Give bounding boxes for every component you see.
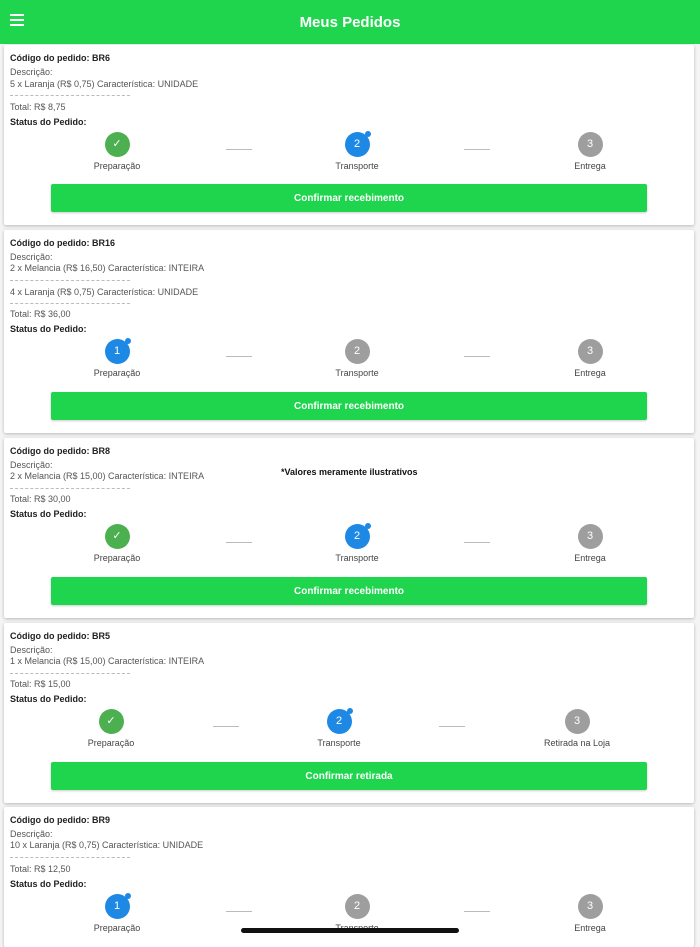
- step-connector: [226, 542, 252, 543]
- step-entrega: 3 Entrega: [530, 132, 650, 171]
- step-label: Preparação: [93, 923, 141, 933]
- step-transporte: 2 Transporte: [297, 523, 417, 563]
- order-card: Código do pedido: BR5 Descrição: 1 x Mel…: [4, 623, 694, 803]
- hamburger-menu-icon[interactable]: [10, 14, 24, 28]
- step-number-icon: 2: [344, 131, 371, 157]
- step-connector: [226, 911, 252, 912]
- step-entrega: 3 Entrega: [530, 339, 650, 378]
- step-label: Transporte: [335, 553, 379, 563]
- step-preparacao: 1 Preparação: [57, 893, 177, 933]
- step-label: Entrega: [574, 368, 606, 378]
- step-connector: [226, 149, 252, 150]
- order-item: 10 x Laranja (R$ 0,75) Característica: U…: [10, 840, 204, 850]
- step-label: Entrega: [574, 923, 606, 933]
- step-connector: [464, 356, 490, 357]
- description-label: Descrição:: [10, 67, 53, 77]
- step-transporte: 2 Transporte: [279, 708, 399, 748]
- step-connector: [226, 356, 252, 357]
- description-label: Descrição:: [10, 460, 53, 470]
- step-number-icon: 1: [104, 338, 131, 364]
- order-total: Total: R$ 15,00: [10, 679, 71, 689]
- check-icon: ✓: [98, 709, 124, 734]
- description-label: Descrição:: [10, 829, 53, 839]
- step-label: Transporte: [335, 368, 379, 378]
- order-total: Total: R$ 8,75: [10, 102, 66, 112]
- order-item: 2 x Melancia (R$ 15,00) Característica: …: [10, 471, 205, 481]
- order-card: Código do pedido: BR9 Descrição: 10 x La…: [4, 807, 694, 947]
- step-number-icon: 3: [564, 709, 590, 734]
- step-number-icon: 3: [577, 132, 603, 157]
- order-card: Código do pedido: BR6 Descrição: 5 x Lar…: [4, 45, 694, 225]
- step-number-icon: 3: [577, 894, 603, 919]
- step-connector: [439, 726, 465, 727]
- separator: [10, 95, 130, 96]
- status-label: Status do Pedido:: [10, 879, 87, 889]
- page-title: Meus Pedidos: [299, 13, 401, 31]
- separator: [10, 673, 130, 674]
- step-entrega: 3 Entrega: [530, 894, 650, 933]
- order-item: 4 x Laranja (R$ 0,75) Característica: UN…: [10, 287, 199, 297]
- step-retirada: 3 Retirada na Loja: [517, 709, 637, 748]
- separator: [10, 488, 130, 489]
- order-code: Código do pedido: BR8: [10, 446, 110, 456]
- step-label: Transporte: [317, 738, 361, 748]
- order-code: Código do pedido: BR9: [10, 815, 110, 825]
- step-preparacao: ✓ Preparação: [57, 132, 177, 171]
- step-transporte: 2 Transporte: [297, 339, 417, 378]
- separator: [10, 280, 130, 281]
- confirm-receipt-button[interactable]: Confirmar recebimento: [51, 184, 647, 212]
- step-entrega: 3 Entrega: [530, 524, 650, 563]
- step-label: Entrega: [574, 553, 606, 563]
- step-number-icon: 2: [326, 708, 353, 734]
- separator: [10, 303, 130, 304]
- step-connector: [464, 911, 490, 912]
- app-bar: Meus Pedidos: [0, 0, 700, 44]
- step-number-icon: 2: [344, 894, 370, 919]
- disclaimer-text: *Valores meramente ilustrativos: [281, 467, 418, 477]
- step-preparacao: ✓ Preparação: [57, 524, 177, 563]
- description-label: Descrição:: [10, 645, 53, 655]
- check-icon: ✓: [104, 132, 130, 157]
- step-number-icon: 3: [577, 339, 603, 364]
- status-label: Status do Pedido:: [10, 509, 87, 519]
- description-label: Descrição:: [10, 252, 53, 262]
- check-icon: ✓: [104, 524, 130, 549]
- step-connector: [464, 542, 490, 543]
- confirm-pickup-button[interactable]: Confirmar retirada: [51, 762, 647, 790]
- step-number-icon: 1: [104, 893, 131, 919]
- order-card: Código do pedido: BR16 Descrição: 2 x Me…: [4, 230, 694, 433]
- step-number-icon: 3: [577, 524, 603, 549]
- step-number-icon: 2: [344, 523, 371, 549]
- step-preparacao: 1 Preparação: [57, 338, 177, 378]
- separator: [10, 857, 130, 858]
- order-total: Total: R$ 30,00: [10, 494, 71, 504]
- confirm-receipt-button[interactable]: Confirmar recebimento: [51, 577, 647, 605]
- step-label: Preparação: [93, 368, 141, 378]
- order-item: 5 x Laranja (R$ 0,75) Característica: UN…: [10, 79, 199, 89]
- step-connector: [464, 149, 490, 150]
- confirm-receipt-button[interactable]: Confirmar recebimento: [51, 392, 647, 420]
- step-label: Preparação: [93, 161, 141, 171]
- step-label: Retirada na Loja: [543, 738, 611, 748]
- order-item: 2 x Melancia (R$ 16,50) Característica: …: [10, 263, 205, 273]
- step-label: Transporte: [335, 161, 379, 171]
- step-label: Preparação: [87, 738, 135, 748]
- step-transporte: 2 Transporte: [297, 131, 417, 171]
- step-number-icon: 2: [344, 339, 370, 364]
- order-code: Código do pedido: BR6: [10, 53, 110, 63]
- step-preparacao: ✓ Preparação: [51, 709, 171, 748]
- order-card: Código do pedido: BR8 Descrição: 2 x Mel…: [4, 438, 694, 618]
- order-code: Código do pedido: BR5: [10, 631, 110, 641]
- order-total: Total: R$ 12,50: [10, 864, 71, 874]
- step-connector: [213, 726, 239, 727]
- step-label: Entrega: [574, 161, 606, 171]
- step-label: Preparação: [93, 553, 141, 563]
- order-total: Total: R$ 36,00: [10, 309, 71, 319]
- order-item: 1 x Melancia (R$ 15,00) Característica: …: [10, 656, 205, 666]
- status-label: Status do Pedido:: [10, 117, 87, 127]
- order-code: Código do pedido: BR16: [10, 238, 115, 248]
- home-indicator: [241, 928, 459, 933]
- status-label: Status do Pedido:: [10, 694, 87, 704]
- status-label: Status do Pedido:: [10, 324, 87, 334]
